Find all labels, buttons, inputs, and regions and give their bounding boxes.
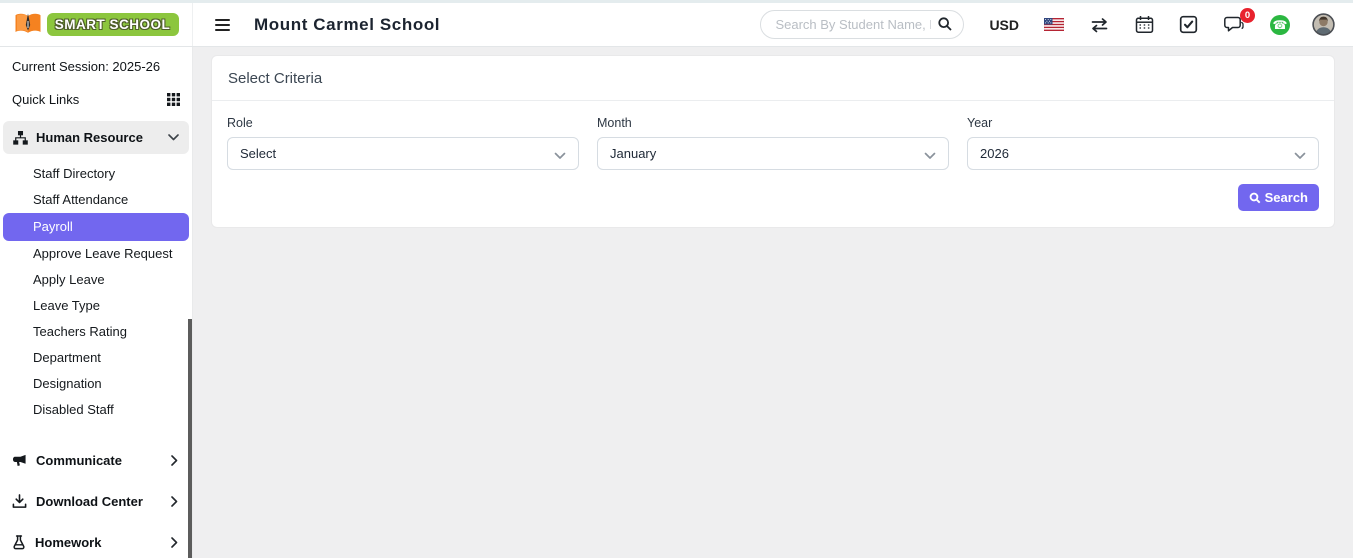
user-avatar[interactable] [1312,13,1335,36]
sidebar-item-label: Homework [35,535,101,550]
sidebar-item-label: Human Resource [36,130,143,145]
main-content: Select Criteria Role Select Month Januar… [193,47,1353,558]
sidebar: Current Session: 2025-26 Quick Links Hum… [0,47,193,558]
search-icon[interactable] [937,16,953,37]
megaphone-icon [12,454,27,468]
sidebar-item-department[interactable]: Department [3,345,189,371]
sidebar-item-disabled-staff[interactable]: Disabled Staff [3,397,189,423]
year-select[interactable]: 2026 [967,137,1319,170]
sidebar-item-homework[interactable]: Homework [0,522,192,558]
sitemap-icon [13,131,28,145]
select-criteria-panel: Select Criteria Role Select Month Januar… [211,55,1335,228]
sidebar-toggle-hamburger-icon[interactable] [215,16,230,31]
sidebar-item-leave-type[interactable]: Leave Type [3,293,189,319]
sidebar-item-designation[interactable]: Designation [3,371,189,397]
sidebar-item-download-center[interactable]: Download Center [0,481,192,522]
language-flag-icon[interactable] [1044,18,1064,31]
sidebar-item-human-resource[interactable]: Human Resource [3,121,189,154]
grid-icon [167,93,180,106]
chevron-right-icon [171,537,178,548]
brand-name: SMART SCHOOL [47,13,180,36]
sidebar-item-label: Download Center [36,494,143,509]
chevron-down-icon [924,148,936,163]
sidebar-item-staff-attendance[interactable]: Staff Attendance [3,187,189,213]
chevron-right-icon [171,455,178,466]
criteria-form: Role Select Month January Ye [212,101,1334,170]
app-header: SMART SCHOOL Mount Carmel School USD [0,0,1353,47]
calendar-icon[interactable] [1135,15,1154,34]
chevron-down-icon [168,134,179,141]
month-select-value: January [610,146,656,161]
student-search [760,10,964,39]
chat-messages-icon[interactable]: 0 [1223,15,1245,34]
sidebar-item-payroll[interactable]: Payroll [3,213,189,241]
brand-logo[interactable]: SMART SCHOOL [0,0,193,46]
sidebar-scrollbar[interactable] [188,319,193,558]
chevron-down-icon [554,148,566,163]
chat-badge: 0 [1240,8,1255,23]
flask-icon [12,535,26,550]
quick-links[interactable]: Quick Links [0,83,192,116]
quick-links-label: Quick Links [12,92,79,107]
sidebar-item-apply-leave[interactable]: Apply Leave [3,267,189,293]
sidebar-item-communicate[interactable]: Communicate [0,440,192,481]
role-field: Role Select [227,116,579,170]
year-field: Year 2026 [967,116,1319,170]
month-select[interactable]: January [597,137,949,170]
chevron-down-icon [1294,148,1306,163]
student-search-input[interactable] [760,10,964,39]
year-label: Year [967,116,1319,130]
window-top-strip [0,0,1353,3]
panel-title: Select Criteria [212,56,1334,101]
chevron-right-icon [171,496,178,507]
sidebar-item-teachers-rating[interactable]: Teachers Rating [3,319,189,345]
sidebar-item-staff-directory[interactable]: Staff Directory [3,161,189,187]
role-label: Role [227,116,579,130]
school-name-title: Mount Carmel School [254,12,440,35]
currency-label[interactable]: USD [989,17,1019,33]
sidebar-item-approve-leave-request[interactable]: Approve Leave Request [3,241,189,267]
switch-session-arrows-icon[interactable] [1089,17,1110,33]
month-field: Month January [597,116,949,170]
whatsapp-icon[interactable]: ☎ [1270,15,1290,35]
role-select[interactable]: Select [227,137,579,170]
human-resource-submenu: Staff Directory Staff Attendance Payroll… [0,158,192,423]
search-button[interactable]: Search [1238,184,1319,211]
sidebar-item-label: Communicate [36,453,122,468]
download-icon [12,494,27,509]
year-select-value: 2026 [980,146,1009,161]
sidebar-item-library-partial[interactable]: Library [0,554,192,558]
role-select-value: Select [240,146,276,161]
todo-check-icon[interactable] [1179,15,1198,34]
search-button-label: Search [1265,190,1308,205]
search-icon [1249,192,1261,204]
book-pen-logo-icon [13,11,43,38]
current-session-label: Current Session: 2025-26 [0,47,192,83]
month-label: Month [597,116,949,130]
